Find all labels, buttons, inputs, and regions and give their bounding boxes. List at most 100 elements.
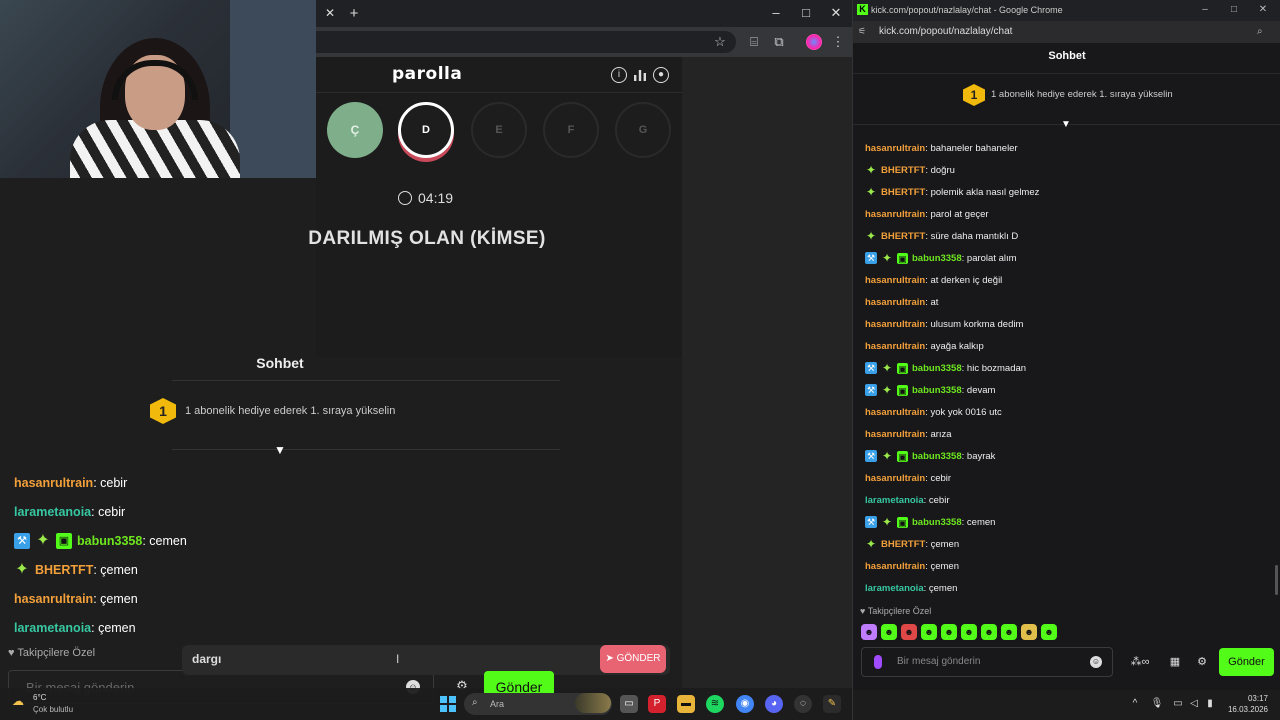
extensions-icon[interactable]: ⧉: [770, 33, 788, 51]
chat-username[interactable]: larametanoia: [865, 495, 924, 506]
new-tab-button[interactable]: +: [345, 5, 363, 23]
maximize-button[interactable]: □: [796, 4, 816, 22]
emote-icon[interactable]: ☻: [961, 624, 977, 640]
clock-time[interactable]: 03:17: [1236, 694, 1268, 704]
chat-username[interactable]: babun3358: [912, 451, 962, 462]
app-p-icon[interactable]: P: [648, 695, 666, 713]
scroll-down-icon[interactable]: ▼: [1060, 119, 1072, 131]
chat-username[interactable]: hasanrultrain: [865, 341, 925, 352]
chat-username[interactable]: hasanrultrain: [865, 209, 925, 220]
subscriber-badge-icon: ▣: [897, 252, 908, 264]
chat-text: : polemik akla nasıl gelmez: [925, 186, 1040, 198]
heart-icon: ♥: [8, 647, 18, 659]
microphone-icon[interactable]: 🎙: [1150, 697, 1164, 711]
menu-kebab-icon[interactable]: ⋮: [829, 33, 847, 51]
chat-text: : cebir: [91, 504, 126, 519]
popout-send-button[interactable]: Gönder: [1219, 648, 1274, 676]
clock-date[interactable]: 16.03.2026: [1222, 705, 1268, 715]
chat-username[interactable]: BHERTFT: [35, 563, 93, 577]
chat-username[interactable]: babun3358: [912, 363, 962, 374]
minimize-button[interactable]: –: [766, 4, 786, 22]
chat-text: : cebir: [925, 472, 952, 484]
chat-username[interactable]: larametanoia: [14, 505, 91, 519]
file-explorer-icon[interactable]: ▬: [677, 695, 695, 713]
chat-text: : çemen: [93, 591, 138, 606]
translate-icon[interactable]: ⌸: [745, 33, 763, 51]
chat-username[interactable]: babun3358: [912, 385, 962, 396]
follower-only-text: Takipçilere Özel: [867, 606, 932, 616]
chat-username[interactable]: BHERTFT: [881, 231, 925, 242]
emoji-icon[interactable]: ☺: [1090, 656, 1102, 668]
store-icon[interactable]: ▦: [1168, 655, 1182, 669]
info-icon[interactable]: i: [611, 67, 627, 83]
battery-icon[interactable]: ▮: [1203, 697, 1217, 711]
task-view-icon[interactable]: ▭: [620, 695, 638, 713]
popout-close-button[interactable]: ✕: [1255, 4, 1271, 16]
close-button[interactable]: ✕: [826, 4, 846, 22]
chat-username[interactable]: larametanoia: [865, 583, 924, 594]
mic-icon[interactable]: [874, 655, 882, 669]
letter-circle: G: [615, 102, 671, 158]
chat-username[interactable]: babun3358: [77, 534, 142, 548]
popout-url[interactable]: kick.com/popout/nazlalay/chat: [879, 26, 1079, 38]
emote-icon[interactable]: ☻: [881, 624, 897, 640]
tray-chevron-up-icon[interactable]: ^: [1128, 697, 1142, 711]
emote-icon[interactable]: ☻: [1041, 624, 1057, 640]
popout-minimize-button[interactable]: –: [1197, 4, 1213, 16]
game-send-button[interactable]: ➤ GÖNDER: [600, 645, 666, 673]
chat-username[interactable]: BHERTFT: [881, 187, 925, 198]
address-bar[interactable]: [316, 31, 736, 53]
monitor-icon[interactable]: ▭: [1171, 697, 1185, 711]
discord-icon[interactable]: ◕: [765, 695, 783, 713]
app-circle-icon[interactable]: ◌: [794, 695, 812, 713]
chat-username[interactable]: babun3358: [912, 517, 962, 528]
emote-menu-icon[interactable]: ⁂∞: [1125, 655, 1155, 669]
chat-text: : çemen: [925, 560, 959, 572]
chat-username[interactable]: hasanrultrain: [865, 319, 925, 330]
chat-username[interactable]: hasanrultrain: [865, 275, 925, 286]
chat-message: larametanoia: cebir: [865, 489, 1265, 511]
stats-icon[interactable]: [632, 67, 648, 83]
emote-icon[interactable]: ☻: [861, 624, 877, 640]
emote-icon[interactable]: ☻: [941, 624, 957, 640]
chat-scrollbar[interactable]: [1275, 565, 1278, 595]
spotify-icon[interactable]: ≋: [706, 695, 724, 713]
gift-sub-prompt[interactable]: 1 abonelik hediye ederek 1. sıraya yükse…: [185, 405, 445, 419]
chat-username[interactable]: babun3358: [912, 253, 962, 264]
chat-message: ⚒ ✦ ▣ babun3358: cemen: [865, 511, 1265, 533]
chat-text: : at derken iç değil: [925, 274, 1003, 286]
popout-maximize-button[interactable]: □: [1226, 4, 1242, 16]
chat-username[interactable]: hasanrultrain: [865, 473, 925, 484]
emote-icon[interactable]: ☻: [1001, 624, 1017, 640]
chat-username[interactable]: hasanrultrain: [14, 592, 93, 606]
chat-username[interactable]: hasanrultrain: [865, 143, 925, 154]
clock-icon: [398, 191, 412, 205]
emote-icon[interactable]: ☻: [981, 624, 997, 640]
chat-username[interactable]: larametanoia: [14, 621, 91, 635]
profile-avatar[interactable]: [806, 34, 822, 50]
tab-close-icon[interactable]: ✕: [322, 5, 338, 21]
gear-icon[interactable]: ⚙: [1195, 655, 1209, 669]
vip-badge-icon: ✦: [881, 361, 893, 375]
chat-username[interactable]: hasanrultrain: [14, 476, 93, 490]
chat-username[interactable]: hasanrultrain: [865, 407, 925, 418]
profile-icon[interactable]: ●: [653, 67, 669, 83]
chat-username[interactable]: hasanrultrain: [865, 297, 925, 308]
emote-icon[interactable]: ☻: [901, 624, 917, 640]
chat-username[interactable]: hasanrultrain: [865, 561, 925, 572]
app-pencil-icon[interactable]: ✎: [823, 695, 841, 713]
site-settings-icon[interactable]: ⚟: [858, 26, 870, 38]
subscriber-badge-icon: ▣: [897, 450, 908, 462]
windows-start-icon[interactable]: [440, 696, 456, 712]
chat-username[interactable]: BHERTFT: [881, 165, 925, 176]
chat-username[interactable]: BHERTFT: [881, 539, 925, 550]
emote-icon[interactable]: ☻: [1021, 624, 1037, 640]
speaker-icon[interactable]: ◁: [1187, 697, 1201, 711]
zoom-icon[interactable]: ⌕: [1257, 26, 1269, 38]
chat-username[interactable]: hasanrultrain: [865, 429, 925, 440]
gift-sub-prompt[interactable]: 1 abonelik hediye ederek 1. sıraya yükse…: [991, 89, 1231, 101]
chrome-icon[interactable]: ◉: [736, 695, 754, 713]
bookmark-star-icon[interactable]: ☆: [711, 33, 729, 51]
scroll-down-icon[interactable]: ▼: [273, 443, 287, 457]
emote-icon[interactable]: ☻: [921, 624, 937, 640]
